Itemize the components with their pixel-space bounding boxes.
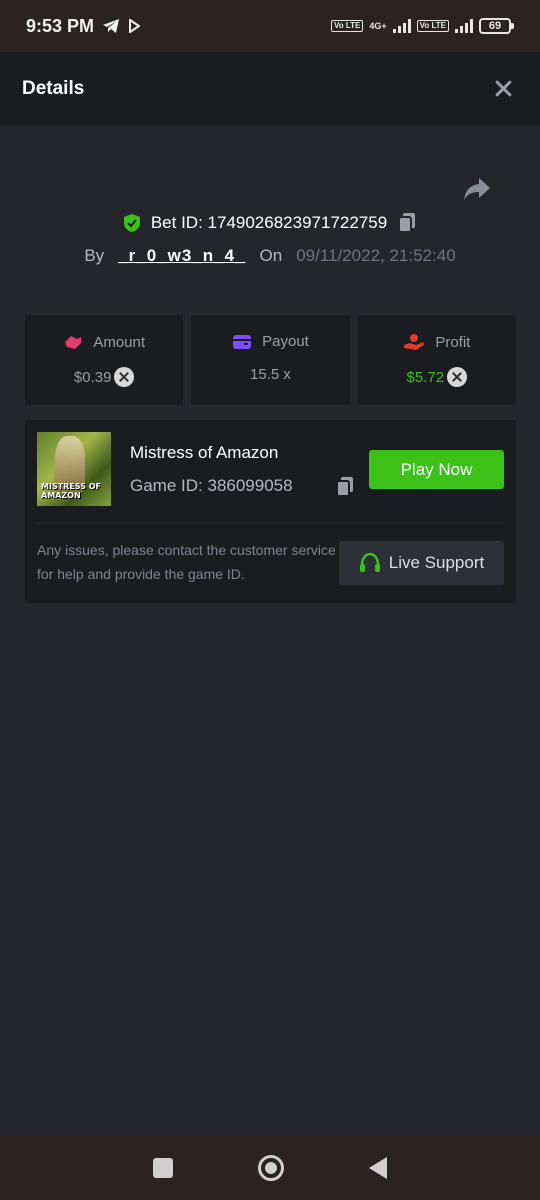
amount-label: Amount xyxy=(93,333,146,351)
status-left: 9:53 PM xyxy=(26,15,141,37)
support-note: Any issues, please contact the customer … xyxy=(37,542,336,582)
page-title: Details xyxy=(22,78,85,99)
profit-value-row: $5.72 xyxy=(407,367,468,387)
share-icon[interactable] xyxy=(462,176,492,202)
thumbnail-title: MISTRESS OF AMAZON xyxy=(41,482,101,500)
amount-card: Amount $0.39 xyxy=(25,315,184,405)
battery-level: 69 xyxy=(479,18,511,34)
amount-value: $0.39 xyxy=(73,368,112,386)
volte-badge-1: Vo LTE xyxy=(330,20,364,32)
profit-value: $5.72 xyxy=(406,368,445,386)
close-icon[interactable] xyxy=(492,77,516,101)
amount-value-row: $0.39 xyxy=(74,367,135,387)
user-link[interactable]: _r_0_w3_n_4_ xyxy=(118,246,245,266)
coin-icon xyxy=(447,367,468,387)
bet-datetime: 09/11/2022, 21:52:40 xyxy=(296,246,456,265)
telegram-icon xyxy=(103,19,120,33)
game-id-value: 386099058 xyxy=(207,476,293,495)
payout-header: Payout xyxy=(232,333,309,350)
game-id: Game ID: 386099058 xyxy=(130,476,293,496)
home-icon[interactable] xyxy=(257,1155,284,1181)
headset-icon xyxy=(359,552,380,572)
hand-coin-icon xyxy=(404,334,425,350)
details-header: Details xyxy=(0,52,540,126)
live-support-button[interactable]: Live Support xyxy=(339,541,504,585)
on-label: On xyxy=(259,246,283,265)
payout-card: Payout 15.5 x xyxy=(191,315,350,405)
game-card: MISTRESS OF AMAZON Mistress of Amazon Ga… xyxy=(25,420,516,603)
volte-badge-2: Vo LTE xyxy=(416,20,449,32)
play-now-button[interactable]: Play Now xyxy=(369,450,504,489)
coin-icon xyxy=(114,367,135,387)
back-icon[interactable] xyxy=(369,1157,388,1179)
status-time: 9:53 PM xyxy=(26,15,95,36)
profit-label: Profit xyxy=(435,333,471,351)
game-name: Mistress of Amazon xyxy=(130,443,279,462)
money-bag-icon xyxy=(65,336,82,349)
live-support-label: Live Support xyxy=(388,553,485,572)
payout-value: 15.5 x xyxy=(250,366,291,383)
signal-icon-2 xyxy=(455,19,473,33)
shield-check-icon xyxy=(123,214,140,232)
by-label: By xyxy=(84,246,105,265)
bet-id-row: Bet ID: 1749026823971722759 xyxy=(0,212,540,234)
by-row: By _r_0_w3_n_4_ On 09/11/2022, 21:52:40 xyxy=(0,246,540,266)
amount-header: Amount xyxy=(63,333,145,351)
status-bar: 9:53 PM Vo LTE 4G+ Vo LTE 69 xyxy=(0,0,540,52)
stats-row: Amount $0.39 Payout 15.5 x Profit $5.72 xyxy=(25,315,516,405)
wallet-icon xyxy=(233,334,252,349)
divider xyxy=(37,523,504,524)
recents-icon[interactable] xyxy=(152,1158,173,1178)
bet-id-label: Bet ID: xyxy=(150,213,203,232)
copy-game-id-icon[interactable] xyxy=(335,476,355,498)
bet-id-value: 1749026823971722759 xyxy=(207,213,388,232)
play-store-icon xyxy=(129,19,141,33)
game-thumbnail[interactable]: MISTRESS OF AMAZON xyxy=(37,432,111,506)
signal-icon-1 xyxy=(392,19,411,33)
status-right: Vo LTE 4G+ Vo LTE 69 xyxy=(330,18,514,34)
payout-value-row: 15.5 x xyxy=(250,366,291,383)
profit-card: Profit $5.72 xyxy=(357,315,516,405)
copy-icon[interactable] xyxy=(397,212,417,234)
android-nav-bar xyxy=(0,1136,540,1200)
profit-header: Profit xyxy=(403,333,470,351)
payout-label: Payout xyxy=(262,333,309,350)
battery-icon: 69 xyxy=(479,18,514,34)
bet-id-text: Bet ID: 1749026823971722759 xyxy=(151,213,387,233)
game-id-label: Game ID: xyxy=(130,476,203,495)
network-type: 4G+ xyxy=(369,21,387,31)
